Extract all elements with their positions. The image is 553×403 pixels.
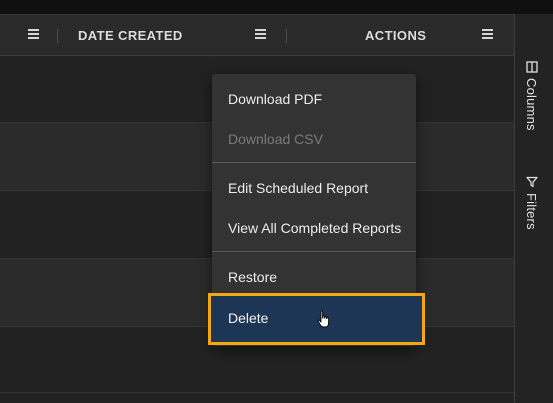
column-separator[interactable] (57, 29, 58, 43)
column-header-actions[interactable]: ACTIONS (365, 28, 426, 43)
menu-item-download-pdf[interactable]: Download PDF (228, 91, 322, 107)
column-menu-icon[interactable] (255, 29, 266, 39)
filter-icon (525, 176, 538, 188)
sidebar-tab-label: Columns (524, 78, 539, 131)
grid-header: DATE CREATED ACTIONS (0, 15, 514, 56)
column-menu-icon[interactable] (28, 29, 39, 39)
column-menu-icon[interactable] (482, 29, 493, 39)
column-header-date-created[interactable]: DATE CREATED (78, 28, 183, 43)
menu-item-download-csv: Download CSV (228, 131, 323, 147)
menu-item-restore[interactable]: Restore (228, 269, 277, 285)
sidebar-tab-columns[interactable]: Columns (524, 61, 539, 131)
sidebar-tab-label: Filters (524, 193, 539, 230)
sidebar-tab-filters[interactable]: Filters (524, 176, 539, 230)
column-separator[interactable] (286, 29, 287, 43)
menu-item-view-all-completed-reports[interactable]: View All Completed Reports (228, 220, 401, 236)
menu-item-delete-label: Delete (228, 310, 269, 326)
columns-icon (525, 61, 538, 73)
side-panel: Columns Filters (514, 14, 553, 403)
menu-divider (212, 162, 416, 163)
menu-item-edit-scheduled-report[interactable]: Edit Scheduled Report (228, 180, 368, 196)
top-strip (0, 0, 553, 14)
hand-pointer-cursor-icon (317, 310, 330, 328)
menu-divider (212, 251, 416, 252)
